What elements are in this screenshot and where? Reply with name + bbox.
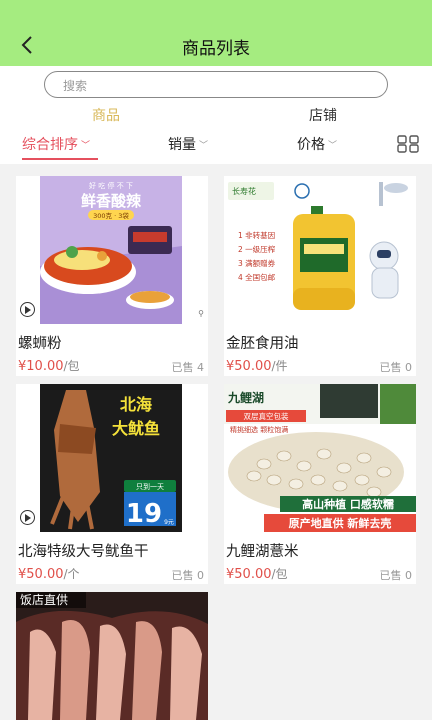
price-unit: /包 — [271, 567, 288, 581]
img-tag: 只到一天 — [136, 483, 164, 491]
img-slogan: 好 吃 停 不 下 — [89, 181, 133, 190]
img-price-number: 19 — [126, 499, 162, 529]
sort-sales[interactable]: 销量 ﹀ — [168, 134, 208, 154]
price-unit: /包 — [63, 359, 80, 373]
product-price: ¥50.00/包 — [226, 565, 288, 582]
search-placeholder: 搜索 — [63, 79, 88, 93]
price-unit: /件 — [271, 359, 288, 373]
img-tag: 饭店直供 — [20, 593, 68, 607]
product-photo: 北海 大鱿鱼 只到一天 19 9元 — [16, 384, 208, 532]
product-image: 长寿花 1 非转基因 2 一级压榨 3 满额赠券 4 全国包邮 — [224, 176, 416, 324]
img-headline: 鲜香酸辣 — [81, 192, 142, 210]
product-card[interactable]: 好 吃 停 不 下 鲜香酸辣 300克 · 3袋 ⚲ 螺蛳粉 ¥10.00/包 … — [16, 176, 208, 376]
img-tag: 精挑细选 颗粒饱满 — [230, 425, 288, 434]
product-card[interactable]: 北海 大鱿鱼 只到一天 19 9元 北海特级大号鱿鱼干 ¥50.00/个 已售 … — [16, 384, 208, 584]
video-play-icon[interactable] — [20, 510, 35, 525]
chevron-down-icon: ﹀ — [328, 141, 338, 151]
price-value: ¥50.00 — [226, 567, 272, 582]
chevron-down-icon: ﹀ — [199, 141, 209, 151]
product-name: 九鲤湖薏米 — [226, 544, 299, 560]
product-card[interactable]: 饭店直供 — [16, 592, 208, 720]
product-image: 好 吃 停 不 下 鲜香酸辣 300克 · 3袋 ⚲ — [16, 176, 208, 324]
search-filter-panel: 搜索 商品 店铺 综合排序 ﹀ 销量 ﹀ 价格 ﹀ — [0, 66, 432, 164]
page-title: 商品列表 — [182, 39, 250, 59]
tab-shops[interactable]: 店铺 — [309, 105, 337, 125]
price-value: ¥50.00 — [18, 567, 64, 582]
sold-count: 已售 0 — [379, 361, 413, 374]
tab-products[interactable]: 商品 — [92, 105, 120, 125]
product-name: 北海特级大号鱿鱼干 — [18, 544, 149, 560]
sold-count: 已售 0 — [171, 569, 205, 582]
product-photo: 饭店直供 — [16, 592, 208, 720]
product-price: ¥10.00/包 — [18, 357, 80, 374]
product-card[interactable]: 九鲤湖 双层真空包装 精挑细选 颗粒饱满 高山种植 口感软糯 原产地直供 新鲜去… — [224, 384, 416, 584]
img-headline: 北海 — [120, 395, 152, 414]
img-spec: 300克 · 3袋 — [93, 211, 129, 220]
sort-comprehensive[interactable]: 综合排序 ﹀ — [22, 134, 90, 154]
product-name: 螺蛳粉 — [18, 336, 62, 352]
img-brand: 长寿花 — [232, 186, 256, 196]
img-price-unit: 9元 — [164, 519, 174, 526]
product-photo: 九鲤湖 双层真空包装 精挑细选 颗粒饱满 高山种植 口感软糯 原产地直供 新鲜去… — [224, 384, 416, 532]
product-image: 九鲤湖 双层真空包装 精挑细选 颗粒饱满 高山种植 口感软糯 原产地直供 新鲜去… — [224, 384, 416, 532]
img-banner: 原产地直供 新鲜去壳 — [289, 516, 392, 530]
sort-price-label: 价格 — [297, 137, 325, 153]
chevron-down-icon: ﹀ — [81, 141, 91, 151]
product-price: ¥50.00/件 — [226, 357, 288, 374]
sold-count: 已售 0 — [379, 569, 413, 582]
img-feature: 2 一级压榨 — [238, 244, 276, 254]
sold-count: 已售 4 — [171, 361, 205, 374]
price-value: ¥10.00 — [18, 359, 64, 374]
product-photo: 长寿花 1 非转基因 2 一级压榨 3 满额赠券 4 全国包邮 — [224, 176, 416, 324]
sort-comprehensive-label: 综合排序 — [22, 137, 78, 153]
grid-view-icon[interactable] — [397, 135, 419, 153]
img-brand: 九鲤湖 — [227, 390, 264, 405]
product-card[interactable]: 长寿花 1 非转基因 2 一级压榨 3 满额赠券 4 全国包邮 金胚食用油 ¥5… — [224, 176, 416, 376]
img-feature: 4 全国包邮 — [238, 272, 276, 282]
img-tag: 双层真空包装 — [244, 411, 289, 421]
app-header: 商品列表 — [0, 0, 432, 66]
img-headline: 大鱿鱼 — [112, 419, 160, 438]
product-image: 北海 大鱿鱼 只到一天 19 9元 — [16, 384, 208, 532]
search-input[interactable]: 搜索 — [44, 71, 388, 98]
price-value: ¥50.00 — [226, 359, 272, 374]
product-photo: 好 吃 停 不 下 鲜香酸辣 300克 · 3袋 — [16, 176, 208, 324]
price-unit: /个 — [63, 567, 80, 581]
img-banner: 高山种植 口感软糯 — [302, 497, 394, 511]
img-feature: 1 非转基因 — [238, 230, 275, 240]
product-name: 金胚食用油 — [226, 336, 299, 352]
active-sort-indicator — [22, 158, 98, 160]
zoom-icon: ⚲ — [198, 309, 204, 318]
product-image: 饭店直供 — [16, 592, 208, 720]
sort-sales-label: 销量 — [168, 137, 196, 153]
img-feature: 3 满额赠券 — [238, 258, 276, 268]
video-play-icon[interactable] — [20, 302, 35, 317]
product-price: ¥50.00/个 — [18, 565, 80, 582]
sort-price[interactable]: 价格 ﹀ — [297, 134, 337, 154]
